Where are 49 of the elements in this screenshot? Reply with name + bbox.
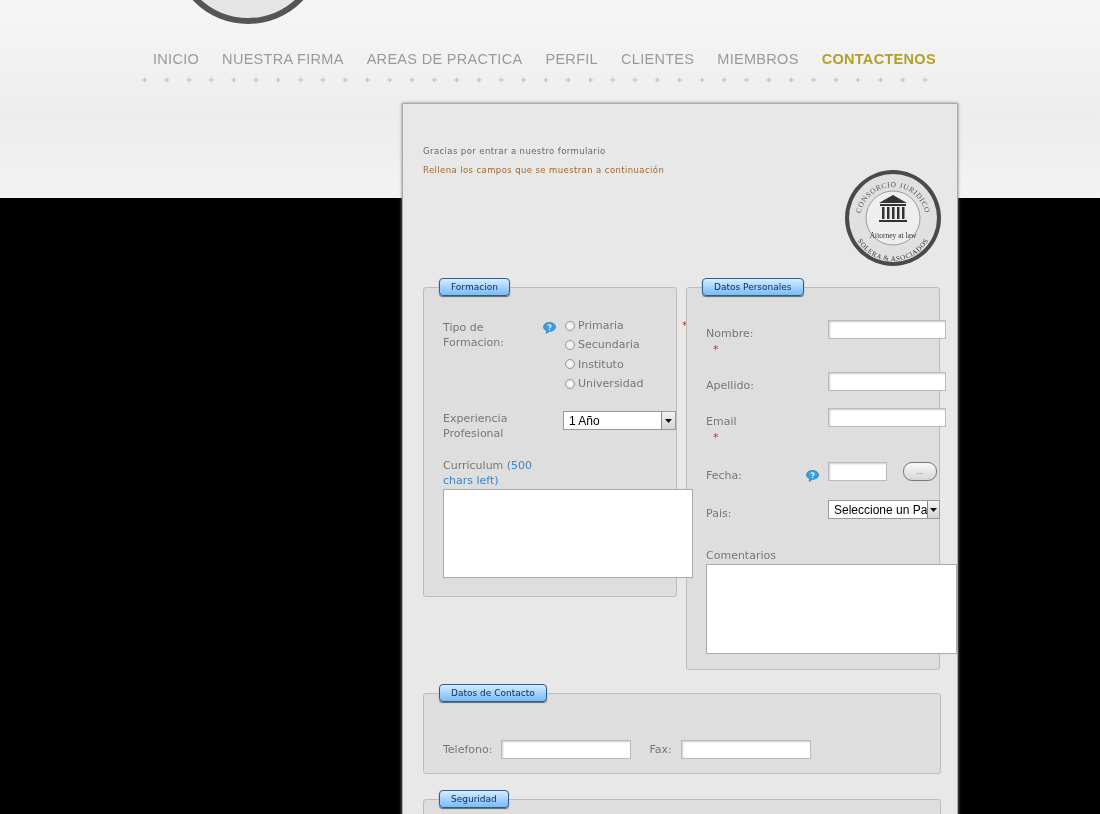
intro-text: Gracias por entrar a nuestro formulario bbox=[423, 146, 607, 156]
field-label: Comentarios bbox=[706, 549, 776, 562]
radio-label: Universidad bbox=[578, 375, 644, 392]
intro-text: Rellena los campos que se muestran a continuación bbox=[423, 165, 666, 175]
radio-button[interactable] bbox=[565, 340, 575, 350]
field-label: Telefono: bbox=[443, 742, 493, 757]
text-field[interactable] bbox=[828, 320, 946, 339]
radio-button[interactable] bbox=[565, 320, 575, 331]
help-icon[interactable] bbox=[806, 470, 819, 482]
field-label: Nombre: bbox=[706, 326, 755, 341]
nav-link[interactable]: INICIO bbox=[153, 51, 200, 67]
nav-link[interactable]: CONTACTENOS bbox=[821, 51, 936, 67]
date-field[interactable] bbox=[828, 462, 887, 481]
required-mark: * bbox=[713, 343, 720, 356]
required-mark: * bbox=[713, 431, 720, 444]
curriculum-textarea[interactable] bbox=[443, 489, 693, 578]
text-field[interactable] bbox=[828, 408, 946, 427]
nav-link[interactable]: AREAS DE PRACTICA bbox=[366, 51, 523, 67]
dropdown-arrow-icon bbox=[930, 507, 938, 512]
field-label: Apellido: bbox=[706, 378, 755, 393]
text-field[interactable] bbox=[828, 372, 946, 391]
text-field[interactable] bbox=[680, 740, 811, 759]
dropdown-arrow-icon bbox=[665, 418, 672, 423]
fieldset-legend: Formacion bbox=[439, 278, 510, 296]
field-label: Pais: bbox=[706, 506, 733, 521]
nav-link[interactable]: CLIENTES bbox=[621, 51, 695, 67]
comments-textarea[interactable] bbox=[706, 564, 957, 654]
field-label: Fecha: bbox=[706, 468, 743, 483]
radio-label: Primaria bbox=[578, 318, 624, 334]
radio-label: Instituto bbox=[578, 356, 624, 373]
country-select[interactable]: Seleccione un Pa bbox=[828, 500, 940, 519]
nav-link[interactable]: NUESTRA FIRMA bbox=[222, 51, 344, 67]
field-label: Experiencia Profesional bbox=[443, 411, 509, 441]
field-label: Fax: bbox=[649, 742, 672, 757]
fieldset-legend: Datos de Contacto bbox=[439, 684, 547, 702]
radio-button[interactable] bbox=[565, 378, 575, 389]
experience-select[interactable]: 1 Año bbox=[563, 411, 676, 430]
fieldset-legend: Datos Personales bbox=[702, 278, 804, 296]
field-label: Tipo de Formacion: bbox=[443, 320, 505, 351]
radio-label: Secundaria bbox=[578, 337, 640, 354]
text-field[interactable] bbox=[501, 740, 632, 759]
nav-link[interactable]: PERFIL bbox=[545, 51, 598, 67]
field-label: Email bbox=[706, 414, 738, 429]
field-label: Curriculum (500 chars left) bbox=[443, 458, 534, 488]
fieldset-legend: Seguridad bbox=[439, 790, 509, 808]
nav-link[interactable]: MIEMBROS bbox=[717, 51, 799, 67]
radio-button[interactable] bbox=[565, 359, 575, 370]
help-icon[interactable] bbox=[543, 322, 556, 334]
date-picker-button[interactable]: ... bbox=[903, 462, 937, 481]
